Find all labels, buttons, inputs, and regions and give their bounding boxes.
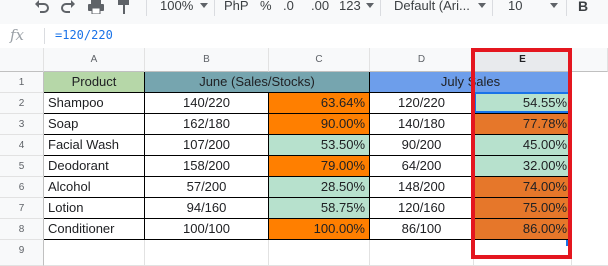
header-cell-june[interactable]: June (Sales/Stocks) [145,72,370,93]
cell-product[interactable]: Shampoo [44,93,145,114]
more-formats-dropdown-icon[interactable] [366,3,374,8]
more-formats-button[interactable]: 123 [339,0,361,16]
fx-icon: fx [10,26,25,44]
toolbar-divider [380,0,381,16]
cell-june-sales[interactable]: 162/180 [145,114,269,135]
row-header-6[interactable]: 6 [0,177,44,198]
bold-button[interactable]: B [578,0,588,16]
cell-product[interactable]: Lotion [44,198,145,219]
empty-cell[interactable] [44,240,145,266]
header-cell-july[interactable]: July Sales [370,72,572,93]
cell-july-percent[interactable]: 54.55% [474,93,572,114]
cell-july-percent[interactable]: 45.00% [474,135,572,156]
row-header-7[interactable]: 7 [0,198,44,219]
column-header-d[interactable]: D [370,48,474,72]
cell-june-percent[interactable]: 100.00% [269,219,370,240]
redo-icon[interactable] [60,0,76,14]
cell-july-sales[interactable]: 64/200 [370,156,474,177]
toolbar: 100% PhP % .0 .00 123 Default (Ari... 10… [0,0,608,25]
empty-cell[interactable] [269,240,370,266]
increase-decimal-button[interactable]: .00 [311,0,329,16]
formula-bar-divider [44,28,45,44]
select-all-corner[interactable] [0,48,44,72]
cell-product[interactable]: Deodorant [44,156,145,177]
empty-cell[interactable] [145,240,269,266]
percent-format-button[interactable]: % [260,0,272,16]
toolbar-divider [214,0,215,16]
zoom-select[interactable]: 100% [160,0,193,16]
cell-june-sales[interactable]: 140/220 [145,93,269,114]
column-header-e[interactable]: E [474,48,572,72]
toolbar-divider [492,0,493,16]
cell-july-sales[interactable]: 120/160 [370,198,474,219]
cell-product[interactable]: Alcohol [44,177,145,198]
row-header-5[interactable]: 5 [0,156,44,177]
cell-product[interactable]: Facial Wash [44,135,145,156]
cell-product[interactable]: Soap [44,114,145,135]
row-header-1[interactable]: 1 [0,72,44,93]
cell-june-percent[interactable]: 53.50% [269,135,370,156]
row-header-2[interactable]: 2 [0,93,44,114]
cell-july-percent[interactable]: 74.00% [474,177,572,198]
decrease-decimal-button[interactable]: .0 [283,0,294,16]
font-size-select[interactable]: 10 [508,0,522,16]
row-header-3[interactable]: 3 [0,114,44,135]
column-header-f[interactable] [572,48,608,72]
cell-june-percent[interactable]: 28.50% [269,177,370,198]
cell-july-percent[interactable]: 86.00% [474,219,572,240]
font-select[interactable]: Default (Ari... [394,0,470,16]
cell-july-sales[interactable]: 140/180 [370,114,474,135]
row-header-8[interactable]: 8 [0,219,44,240]
toolbar-divider [146,0,147,16]
formula-bar: fx =120/220 [0,24,608,49]
cell-july-percent[interactable]: 32.00% [474,156,572,177]
fill-handle[interactable] [566,240,572,246]
cell-july-sales[interactable]: 148/200 [370,177,474,198]
cell-june-percent[interactable]: 58.75% [269,198,370,219]
empty-cell[interactable] [474,240,572,266]
cell-june-sales[interactable]: 158/200 [145,156,269,177]
header-cell-product[interactable]: Product [44,72,145,93]
cell-july-sales[interactable]: 86/100 [370,219,474,240]
cell-product[interactable]: Conditioner [44,219,145,240]
cell-june-percent[interactable]: 79.00% [269,156,370,177]
font-size-dropdown-icon[interactable] [550,3,558,8]
cell-july-sales[interactable]: 90/200 [370,135,474,156]
row-header-4[interactable]: 4 [0,135,44,156]
column-header-a[interactable]: A [44,48,145,72]
cell-july-percent[interactable]: 75.00% [474,198,572,219]
row-header-9[interactable]: 9 [0,240,44,266]
cell-june-sales[interactable]: 100/100 [145,219,269,240]
paint-format-icon[interactable] [116,0,132,14]
cell-june-percent[interactable]: 90.00% [269,114,370,135]
cell-june-percent[interactable]: 63.64% [269,93,370,114]
cell-june-sales[interactable]: 94/160 [145,198,269,219]
font-dropdown-icon[interactable] [478,3,486,8]
undo-icon[interactable] [34,0,50,14]
cell-july-sales[interactable]: 120/220 [370,93,474,114]
zoom-dropdown-icon[interactable] [200,3,208,8]
column-header-c[interactable]: C [269,48,370,72]
empty-cell[interactable] [572,72,608,266]
empty-cell[interactable] [370,240,474,266]
cell-june-sales[interactable]: 57/200 [145,177,269,198]
toolbar-divider [566,0,567,16]
column-header-b[interactable]: B [145,48,269,72]
cell-july-percent[interactable]: 77.78% [474,114,572,135]
formula-input[interactable]: =120/220 [55,28,113,42]
print-icon[interactable] [88,0,104,14]
currency-format-button[interactable]: PhP [224,0,249,16]
cell-june-sales[interactable]: 107/200 [145,135,269,156]
